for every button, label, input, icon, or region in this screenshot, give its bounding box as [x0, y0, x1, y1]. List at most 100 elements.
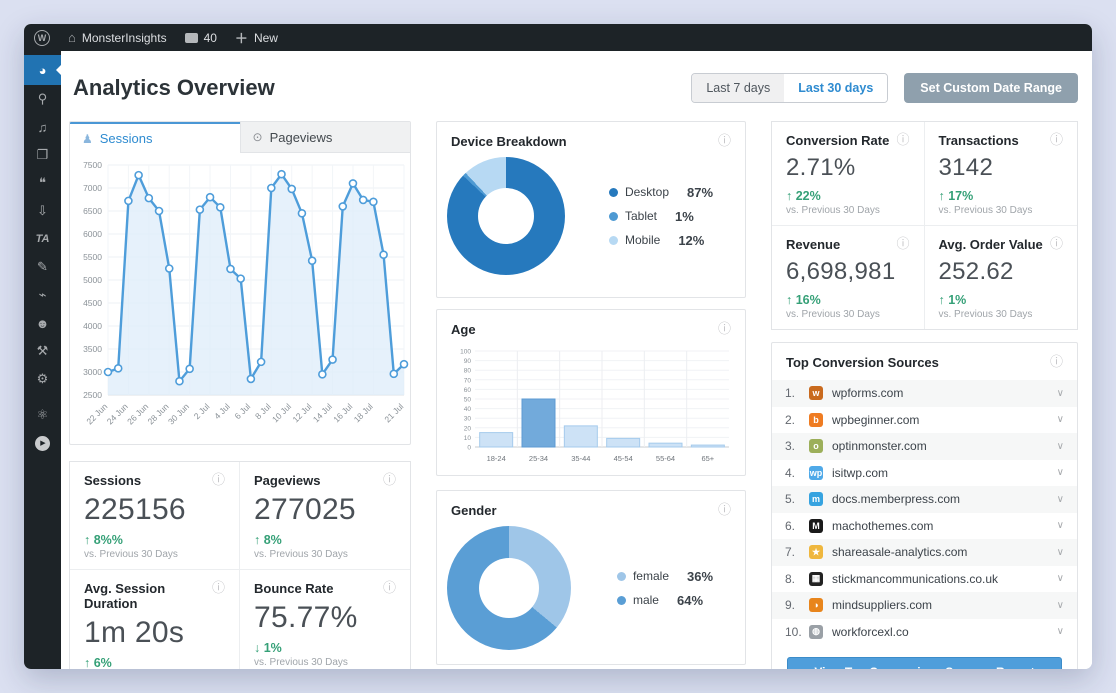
metric-compare: vs. Previous 30 Days — [786, 309, 880, 320]
svg-text:18 Jul: 18 Jul — [352, 401, 375, 424]
info-icon[interactable]: ⓘ — [896, 237, 909, 250]
legend-dot — [608, 187, 618, 197]
info-icon[interactable]: ⓘ — [1050, 355, 1063, 368]
info-icon[interactable]: ⓘ — [718, 134, 731, 147]
conversion-sources-list: 1. w wpforms.com ∨ 2. b wpbeginner.com ∨ 3. o opti… — [772, 380, 1077, 645]
legend-label: female — [632, 569, 669, 583]
svg-text:40: 40 — [464, 406, 472, 413]
conversion-source-row[interactable]: 6. Mmachothemes.com ∨ — [772, 513, 1077, 540]
metric-change: ↑ 8% — [254, 533, 282, 547]
comments-icon[interactable]: ❝ — [24, 169, 61, 197]
legend-value: 12% — [678, 232, 705, 248]
info-icon[interactable]: ⓘ — [212, 581, 225, 594]
info-icon[interactable]: ⓘ — [718, 322, 731, 335]
metric-change: ↑ 8%% — [84, 533, 123, 547]
source-domain: wpforms.com — [832, 386, 904, 401]
last-7-days-button[interactable]: Last 7 days — [692, 74, 785, 102]
conversion-source-row[interactable]: 9. ◑ mindsuppliers.com ∨ — [772, 592, 1077, 619]
conversion-source-row[interactable]: 7. ★ shareasale-analytics.com ∨ — [772, 539, 1077, 566]
last-30-days-button[interactable]: Last 30 days — [784, 74, 888, 102]
view-top-conversions-report-button[interactable]: View Top Conversions Sources Report — [787, 657, 1062, 669]
chevron-down-icon[interactable]: ∨ — [1057, 573, 1064, 584]
media-icon[interactable]: ♫ — [24, 113, 61, 141]
svg-text:35-44: 35-44 — [571, 454, 590, 463]
posts-pin-icon[interactable]: ⚲ — [24, 85, 61, 113]
metric-label: Revenue — [786, 237, 841, 252]
plus-icon: ＋ — [234, 31, 248, 46]
metric-card-revenue: Revenue ⓘ 6,698,981 ↑ 16% vs. Previous 30 Da… — [772, 226, 925, 329]
metric-card-pageviews: Pageviews ⓘ 277025 ↑ 8% vs. Previous 30 Days — [240, 462, 410, 570]
main-content: Analytics Overview Last 7 days Last 30 d… — [61, 51, 1092, 669]
top-conversion-sources-title: Top Conversion Sources — [786, 355, 939, 370]
legend-label: Desktop — [624, 185, 669, 199]
metric-value: 252.62 — [938, 258, 1014, 285]
legend-item: Mobile 12% — [608, 232, 725, 248]
svg-text:70: 70 — [464, 377, 472, 384]
users-icon[interactable]: ☻ — [24, 309, 61, 337]
appearance-brush-icon[interactable]: ✎ — [24, 253, 61, 281]
age-title: Age — [451, 322, 476, 337]
conversion-source-row[interactable]: 1. w wpforms.com ∨ — [772, 380, 1077, 407]
device-donut-chart — [447, 157, 565, 275]
chevron-down-icon[interactable]: ∨ — [1057, 600, 1064, 611]
tools-icon[interactable]: ⚒ — [24, 337, 61, 365]
comments-menu[interactable]: 40 — [184, 31, 217, 45]
chevron-down-icon[interactable]: ∨ — [1057, 626, 1064, 637]
info-icon[interactable]: ⓘ — [1050, 133, 1063, 146]
site-menu[interactable]: ⌂ MonsterInsights — [68, 30, 167, 45]
tab-sessions[interactable]: ♟ Sessions — [70, 122, 240, 153]
svg-text:90: 90 — [464, 358, 472, 365]
video-play-icon[interactable]: ▶ — [24, 429, 61, 457]
info-icon[interactable]: ⓘ — [718, 503, 731, 516]
conversion-source-row[interactable]: 8. ▦ stickmancommunications.co.uk ∨ — [772, 566, 1077, 593]
conversion-source-row[interactable]: 5. m docs.memberpress.com ∨ — [772, 486, 1077, 513]
svg-text:14 Jul: 14 Jul — [311, 401, 334, 424]
downloads-icon[interactable]: ⇩ — [24, 197, 61, 225]
svg-text:4500: 4500 — [83, 298, 102, 308]
atom-icon[interactable]: ⚛ — [24, 401, 61, 429]
conversion-source-row[interactable]: 2. b wpbeginner.com ∨ — [772, 407, 1077, 434]
source-rank: 1. — [785, 386, 796, 401]
metric-change: ↓ 1% — [254, 641, 282, 655]
settings-icon[interactable]: ⚙ — [24, 365, 61, 393]
svg-text:0: 0 — [467, 445, 471, 452]
conversion-source-row[interactable]: 10. ◍ workforcexl.co ∨ — [772, 619, 1077, 646]
monsterinsights-dashboard-icon[interactable]: ◕ — [24, 55, 61, 85]
chevron-down-icon[interactable]: ∨ — [1057, 441, 1064, 452]
conversion-source-row[interactable]: 4. wp isitwp.com ∨ — [772, 460, 1077, 487]
chevron-down-icon[interactable]: ∨ — [1057, 388, 1064, 399]
app-window: W ⌂ MonsterInsights 40 ＋ New ◕ ⚲ ♫ ❐ ❝ ⇩ TA ✎ ⌁ ☻… — [24, 24, 1092, 669]
metric-value: 225156 — [84, 493, 186, 526]
svg-text:5500: 5500 — [83, 252, 102, 262]
info-icon[interactable]: ⓘ — [212, 473, 225, 486]
info-icon[interactable]: ⓘ — [1050, 237, 1063, 250]
legend-item: Tablet 1% — [608, 209, 725, 224]
chevron-down-icon[interactable]: ∨ — [1057, 494, 1064, 505]
chevron-down-icon[interactable]: ∨ — [1057, 467, 1064, 478]
source-rank: 4. — [785, 465, 796, 480]
source-domain: wpbeginner.com — [832, 412, 920, 427]
metric-value: 3142 — [938, 154, 994, 181]
conversion-source-row[interactable]: 3. o optinmonster.com ∨ — [772, 433, 1077, 460]
device-breakdown-card: Device Breakdown ⓘ Desktop 87% Tablet 1% Mob… — [436, 121, 746, 298]
set-custom-date-range-button[interactable]: Set Custom Date Range — [904, 73, 1078, 103]
svg-text:6500: 6500 — [83, 206, 102, 216]
info-icon[interactable]: ⓘ — [383, 473, 396, 486]
legend-item: male 64% — [616, 592, 725, 608]
plugins-icon[interactable]: ⌁ — [24, 281, 61, 309]
info-icon[interactable]: ⓘ — [383, 581, 396, 594]
device-breakdown-title: Device Breakdown — [451, 134, 567, 149]
svg-text:2 Jul: 2 Jul — [192, 401, 212, 421]
tab-pageviews[interactable]: ⊙ Pageviews — [239, 122, 410, 153]
info-icon[interactable]: ⓘ — [896, 133, 909, 146]
chevron-down-icon[interactable]: ∨ — [1057, 414, 1064, 425]
chevron-down-icon[interactable]: ∨ — [1057, 520, 1064, 531]
thirstyaffiliates-icon[interactable]: TA — [24, 225, 61, 253]
chevron-down-icon[interactable]: ∨ — [1057, 547, 1064, 558]
pages-icon[interactable]: ❐ — [24, 141, 61, 169]
legend-value: 64% — [676, 592, 704, 608]
date-range-segmented: Last 7 days Last 30 days — [691, 73, 889, 103]
new-menu[interactable]: ＋ New — [235, 28, 278, 47]
wp-logo-icon[interactable]: W — [34, 29, 50, 46]
svg-text:3000: 3000 — [83, 367, 102, 377]
